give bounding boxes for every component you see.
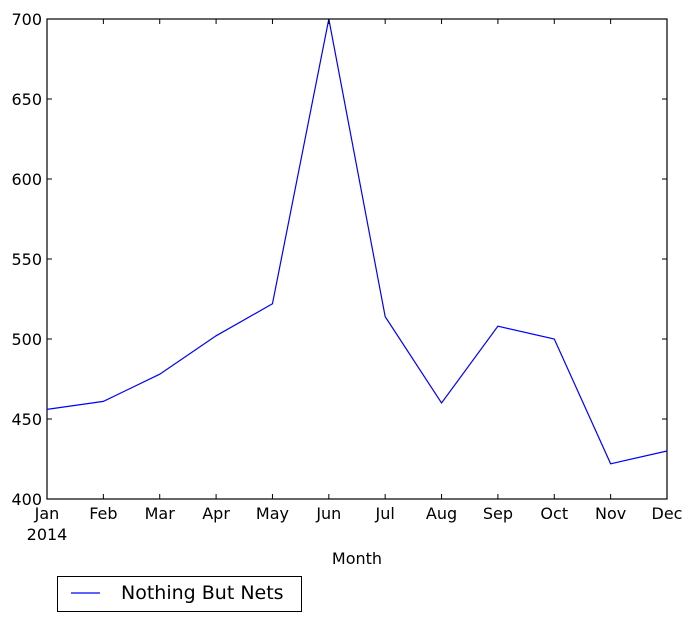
x-year-label: 2014: [27, 525, 68, 544]
x-tick-label: Sep: [483, 504, 513, 523]
x-tick-label: Jul: [375, 504, 395, 523]
legend: Nothing But Nets: [57, 576, 302, 612]
x-axis-title: Month: [332, 549, 382, 568]
y-tick-label: 650: [11, 90, 42, 109]
x-tick-label: Oct: [540, 504, 568, 523]
axes-frame: [46, 18, 668, 500]
x-tick-label: Feb: [89, 504, 117, 523]
y-tick-label: 700: [11, 10, 42, 29]
x-axis: Jan Feb Mar Apr May Jun Jul Aug Sep Oct Nov Dec: [34, 19, 683, 523]
x-tick-label: Aug: [426, 504, 457, 523]
series-line-nothing-but-nets: [46, 18, 668, 465]
plot-area: [46, 18, 668, 500]
y-tick-label: 550: [11, 250, 42, 269]
y-tick-label: 500: [11, 330, 42, 349]
x-tick-label: Dec: [652, 504, 683, 523]
x-tick-label: Jun: [315, 504, 341, 523]
x-tick-label: Apr: [202, 504, 230, 523]
x-tick-label: May: [256, 504, 289, 523]
legend-label-nothing-but-nets: Nothing But Nets: [121, 582, 284, 604]
x-tick-label: Mar: [145, 504, 176, 523]
y-axis: 400450500550600650700: [11, 10, 667, 509]
line-chart: 400450500550600650700 Jan Feb Mar Apr May Jun…: [11, 10, 683, 612]
y-tick-label: 600: [11, 170, 42, 189]
x-tick-label: Nov: [595, 504, 626, 523]
y-tick-label: 450: [11, 410, 42, 429]
x-tick-label: Jan: [34, 504, 60, 523]
